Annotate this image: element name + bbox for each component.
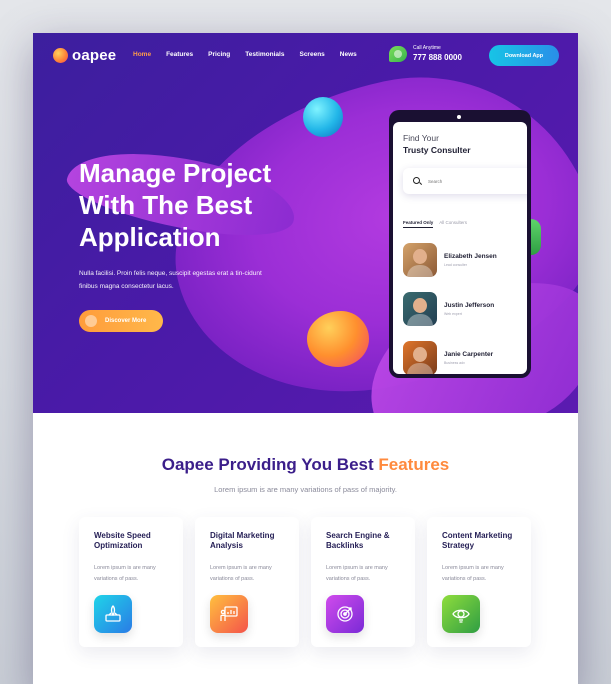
consultant-item[interactable]: Justin Jefferson Web expert — [403, 291, 523, 327]
feature-card-text: Lorem ipsum is are many variations of pa… — [326, 565, 388, 582]
nav-item-screens[interactable]: Screens — [299, 51, 324, 58]
feature-card-title: Digital Marketing Analysis — [210, 531, 275, 550]
phone-search-box[interactable] — [403, 168, 527, 194]
landing-page: oapee Home Features Pricing Testimonials… — [33, 33, 578, 684]
features-section: Oapee Providing You Best Features Lorem … — [33, 413, 578, 684]
consultant-role: Web expert — [444, 312, 462, 316]
feature-card-title: Content Marketing Strategy — [442, 531, 513, 550]
phone-heading-line-2: Trusty Consulter — [403, 145, 471, 155]
rocket-icon — [94, 595, 132, 633]
feature-card-website-speed[interactable]: Website Speed Optimization Lorem ipsum i… — [79, 517, 183, 647]
feature-card-digital-marketing[interactable]: Digital Marketing Analysis Lorem ipsum i… — [195, 517, 299, 647]
tab-all-consulters[interactable]: All Consulters — [439, 220, 467, 228]
features-subtitle: Lorem ipsum is are many variations of pa… — [214, 485, 397, 494]
avatar — [403, 292, 437, 326]
target-icon — [326, 595, 364, 633]
download-app-button[interactable]: Download App — [489, 45, 559, 66]
hero-title-line: Manage Project — [79, 158, 272, 188]
hero-title: Manage Project With The Best Application — [79, 157, 309, 253]
nav-item-testimonials[interactable]: Testimonials — [245, 51, 284, 58]
features-heading-main: Oapee Providing You Best — [161, 455, 379, 474]
phone-tabs: Featured Only All Consulters — [403, 220, 467, 228]
search-icon — [413, 177, 421, 185]
call-label: Call Anytime — [413, 45, 441, 51]
nav-item-pricing[interactable]: Pricing — [208, 51, 230, 58]
discover-more-button[interactable]: Discover More — [79, 310, 163, 332]
phone-camera — [457, 115, 461, 119]
call-number[interactable]: 777 888 0000 — [413, 53, 462, 62]
logo-text: oapee — [72, 47, 117, 64]
avatar — [403, 243, 437, 277]
consultant-item[interactable]: Janie Carpenter Business adv — [403, 340, 523, 374]
consultant-item[interactable]: Elizabeth Jensen Lead consulter — [403, 242, 523, 278]
nav-item-home[interactable]: Home — [133, 51, 151, 58]
feature-card-content-marketing[interactable]: Content Marketing Strategy Lorem ipsum i… — [427, 517, 531, 647]
hero-section: oapee Home Features Pricing Testimonials… — [33, 33, 578, 413]
consultant-name: Justin Jefferson — [444, 302, 495, 309]
consultant-role: Business adv — [444, 361, 465, 365]
call-text-group: Call Anytime 777 888 0000 — [413, 45, 462, 62]
eye-bulb-icon — [442, 595, 480, 633]
main-menu: Home Features Pricing Testimonials Scree… — [133, 51, 357, 58]
button-dot-icon — [85, 315, 97, 327]
discover-more-label: Discover More — [105, 318, 147, 324]
consultant-info: Janie Carpenter Business adv — [444, 351, 493, 365]
consultant-info: Justin Jefferson Web expert — [444, 302, 494, 316]
decorative-orange-sphere — [307, 311, 369, 367]
phone-mockup: Find Your Trusty Consulter Featured Only… — [389, 110, 531, 378]
presentation-chart-icon — [210, 595, 248, 633]
phone-search-input[interactable] — [428, 178, 508, 184]
feature-card-title: Website Speed Optimization — [94, 531, 151, 550]
nav-item-news[interactable]: News — [340, 51, 357, 58]
hero-title-line: Application — [79, 222, 221, 252]
logo[interactable]: oapee — [53, 47, 116, 64]
phone-heading-line-1: Find Your — [403, 133, 439, 143]
decorative-blue-sphere — [303, 97, 343, 137]
chat-bubble-icon — [389, 45, 407, 62]
hero-title-line: With The Best — [79, 190, 253, 220]
call-info: Call Anytime 777 888 0000 — [389, 45, 462, 62]
features-heading: Oapee Providing You Best Features — [33, 455, 578, 475]
feature-card-title: Search Engine & Backlinks — [326, 531, 390, 550]
tab-featured-only[interactable]: Featured Only — [403, 220, 434, 228]
hero-description: Nulla facilisi. Proin felis neque, susci… — [79, 270, 262, 290]
consultant-name: Janie Carpenter — [444, 351, 494, 358]
consultant-name: Elizabeth Jensen — [444, 253, 497, 260]
phone-screen: Find Your Trusty Consulter Featured Only… — [393, 122, 527, 374]
features-heading-accent: Features — [378, 455, 450, 474]
consultant-info: Elizabeth Jensen Lead consulter — [444, 253, 497, 267]
feature-card-text: Lorem ipsum is are many variations of pa… — [442, 565, 504, 582]
feature-card-search-engine[interactable]: Search Engine & Backlinks Lorem ipsum is… — [311, 517, 415, 647]
top-navbar: oapee Home Features Pricing Testimonials… — [33, 33, 578, 79]
feature-card-text: Lorem ipsum is are many variations of pa… — [210, 565, 272, 582]
logo-icon — [53, 48, 68, 63]
consultant-role: Lead consulter — [444, 263, 467, 267]
nav-item-features[interactable]: Features — [166, 51, 193, 58]
feature-card-text: Lorem ipsum is are many variations of pa… — [94, 565, 156, 582]
avatar — [403, 341, 437, 374]
